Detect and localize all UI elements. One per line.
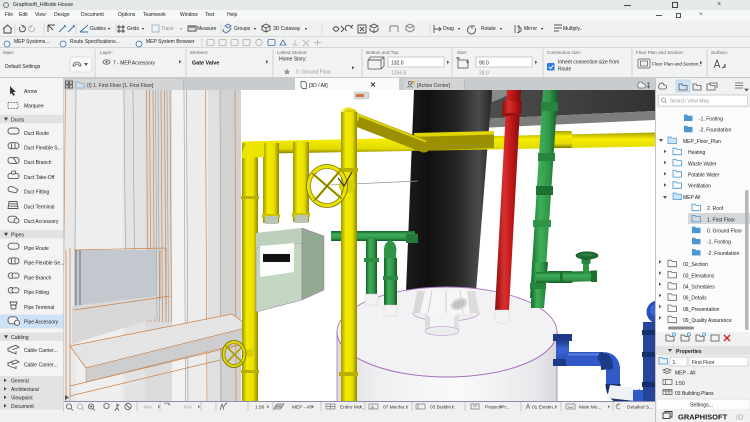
svg-text:Layer:: Layer:	[100, 50, 113, 55]
svg-text:08_Presentation: 08_Presentation	[683, 307, 720, 313]
svg-text:Duct Terminal: Duct Terminal	[24, 204, 54, 210]
svg-text:Entire Mo...: Entire Mo...	[340, 405, 365, 411]
svg-text:Linked Stories:: Linked Stories:	[277, 50, 307, 55]
svg-text:Potable Water: Potable Water	[688, 173, 720, 179]
svg-text:Viewpoint: Viewpoint	[11, 395, 33, 401]
svg-text:Settings...: Settings...	[690, 403, 713, 409]
svg-text:Element:: Element:	[190, 50, 208, 55]
svg-text:Duct Flexible S...: Duct Flexible S...	[24, 146, 62, 152]
svg-text:Cable Carrier...: Cable Carrier...	[24, 348, 58, 354]
svg-text:Gate Valve: Gate Valve	[192, 61, 219, 67]
svg-text:GRAPHISOFT: GRAPHISOFT	[678, 412, 728, 421]
svg-text:MEP - All: MEP - All	[675, 371, 695, 377]
svg-text:1:50: 1:50	[675, 381, 685, 387]
svg-text:Ventilation: Ventilation	[688, 184, 711, 190]
svg-text:Inherit connection size from: Inherit connection size from	[558, 60, 619, 66]
svg-text:[3D / All]: [3D / All]	[309, 83, 328, 89]
svg-text:Floor Plan and Section:: Floor Plan and Section:	[636, 50, 684, 55]
svg-text:Architectural: Architectural	[11, 387, 39, 393]
svg-text:Duct Branch: Duct Branch	[24, 160, 52, 166]
svg-text:Bottom and Top:: Bottom and Top:	[366, 50, 399, 55]
svg-text:90.0: 90.0	[479, 61, 489, 67]
svg-text:N/A: N/A	[184, 405, 193, 411]
svg-text:Pipes: Pipes	[11, 233, 24, 239]
svg-text:MEP - All: MEP - All	[292, 405, 312, 411]
svg-text:1.: 1.	[673, 360, 677, 366]
svg-text:Project Pr...: Project Pr...	[485, 405, 510, 411]
svg-text:Main:: Main:	[3, 50, 14, 55]
svg-text:Arrow: Arrow	[24, 89, 37, 95]
svg-text:Duct Route: Duct Route	[24, 131, 49, 137]
svg-text:Pipe Terminal: Pipe Terminal	[24, 305, 54, 311]
svg-text:Pipe Route: Pipe Route	[24, 246, 49, 252]
svg-text:06_Details: 06_Details	[683, 296, 707, 302]
svg-text:Marquee: Marquee	[24, 104, 44, 110]
svg-text:Pipe Flexible Se...: Pipe Flexible Se...	[24, 261, 64, 267]
svg-text:04_Schedules: 04_Schedules	[683, 285, 715, 291]
svg-text:Route: Route	[558, 67, 572, 73]
svg-text:-2. Foundation: -2. Foundation	[699, 128, 731, 134]
svg-text:02_Section: 02_Section	[683, 262, 708, 268]
svg-text:132.0: 132.0	[391, 61, 404, 67]
svg-text:-1. Footing: -1. Footing	[707, 240, 731, 246]
svg-text:07 Mecha...: 07 Mecha...	[383, 405, 408, 411]
svg-text:MEP_Floor_Plan: MEP_Floor_Plan	[683, 139, 721, 145]
svg-text:09_Quality Assurance: 09_Quality Assurance	[683, 318, 732, 324]
svg-text:7 - MEP.Accessory: 7 - MEP.Accessory	[113, 61, 155, 67]
svg-text:Size:: Size:	[457, 50, 467, 55]
svg-text:Pipe Branch: Pipe Branch	[24, 275, 51, 281]
svg-text:Cabling: Cabling	[11, 335, 29, 341]
svg-text:Pipe Fitting: Pipe Fitting	[24, 290, 49, 296]
svg-text:Default Settings: Default Settings	[5, 64, 41, 70]
svg-text:03 Buildin...: 03 Buildin...	[430, 405, 455, 411]
svg-text:Detailed S...: Detailed S...	[627, 405, 653, 411]
svg-text:Cable Carrier...: Cable Carrier...	[24, 363, 58, 369]
svg-text:Duct Take-Off: Duct Take-Off	[24, 175, 55, 181]
svg-text:1:50: 1:50	[255, 405, 265, 411]
svg-text:1. First Floor: 1. First Floor	[707, 217, 735, 223]
svg-text:MEP All: MEP All	[683, 195, 700, 201]
svg-text:Pipe Accessory: Pipe Accessory	[24, 320, 59, 326]
svg-text:Heating: Heating	[688, 150, 705, 156]
svg-text:N/A: N/A	[144, 405, 153, 411]
svg-text:Waste Water: Waste Water	[688, 161, 717, 167]
svg-text:2. Roof: 2. Roof	[707, 206, 724, 212]
svg-text:General: General	[11, 378, 29, 384]
svg-text:01 Existin...: 01 Existin...	[532, 405, 557, 411]
svg-text:Connection size:: Connection size:	[547, 50, 581, 55]
svg-text:Main Mo...: Main Mo...	[579, 405, 601, 411]
svg-text:-1. Footing: -1. Footing	[699, 117, 723, 123]
svg-text:Duct Fitting: Duct Fitting	[24, 190, 50, 196]
svg-text:28.0: 28.0	[479, 71, 489, 77]
svg-text:Floor Plan and Section...: Floor Plan and Section...	[652, 62, 702, 67]
svg-text:0. Ground Floor: 0. Ground Floor	[707, 229, 742, 235]
svg-text:Home Story:: Home Story:	[279, 57, 307, 63]
svg-text:03 Building Plans: 03 Building Plans	[675, 391, 714, 397]
svg-text:-2. Foundation: -2. Foundation	[707, 251, 739, 257]
svg-text:Surface:: Surface:	[711, 50, 728, 55]
svg-text:Duct Accessory: Duct Accessory	[24, 219, 59, 225]
svg-text:Search View Map: Search View Map	[670, 99, 709, 105]
svg-text:1256.6: 1256.6	[391, 71, 407, 77]
svg-text:Properties: Properties	[676, 349, 702, 355]
svg-text:[Action Center]: [Action Center]	[417, 83, 451, 89]
svg-text:First Floor: First Floor	[692, 360, 715, 366]
svg-text:03_Elevations: 03_Elevations	[683, 273, 715, 279]
svg-text:ID: ID	[736, 412, 744, 421]
svg-text:0. Ground Floor: 0. Ground Floor	[296, 70, 331, 76]
svg-text:Document: Document	[11, 404, 34, 410]
svg-text:Ducts: Ducts	[11, 117, 25, 123]
svg-text:(I) 1. First Floor [1. First F: (I) 1. First Floor [1. First Floor]	[87, 83, 154, 89]
